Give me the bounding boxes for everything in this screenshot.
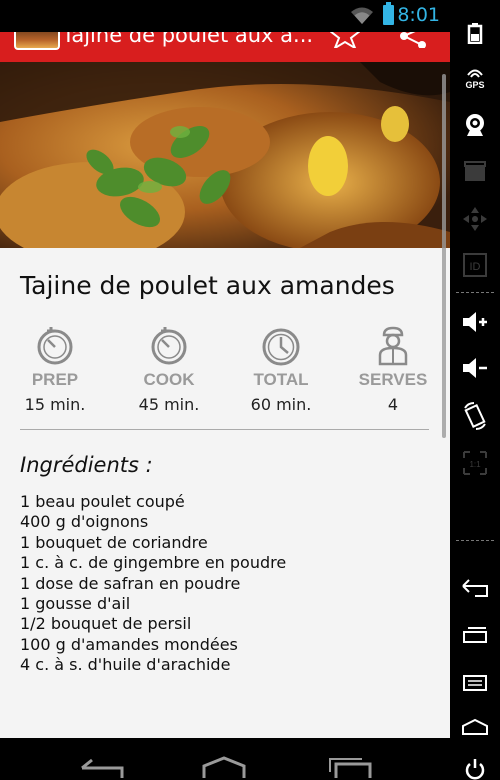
stat-label: COOK [143, 370, 195, 389]
share-icon[interactable] [398, 32, 428, 48]
stat-cook: COOK 45 min. [114, 326, 224, 414]
status-time: 8:01 [397, 4, 440, 26]
gps-icon[interactable]: GPS [450, 66, 500, 90]
ingredient-item: 1 c. à c. de gingembre en poudre [20, 553, 287, 573]
dpad-icon[interactable] [450, 206, 500, 232]
rail-back-icon[interactable] [450, 578, 500, 598]
scale-icon[interactable]: 1:1 [450, 450, 500, 476]
clock-icon [262, 328, 300, 366]
rail-recents-icon[interactable] [450, 626, 500, 644]
ingredient-item: 1 gousse d'ail [20, 594, 131, 614]
rail-separator [456, 292, 494, 293]
ingredients-heading: Ingrédients : [20, 453, 153, 477]
app-screen: 8:01 Tajine de poulet aux a... Tajine de… [0, 0, 450, 738]
stat-value: 15 min. [24, 395, 86, 414]
rail-power-icon[interactable] [450, 758, 500, 780]
recipe-content: Tajine de poulet aux amandes PREP 15 min… [20, 248, 430, 674]
action-bar-title: Tajine de poulet aux a... [62, 32, 314, 47]
gps-label: GPS [465, 80, 484, 90]
ingredient-item: 100 g d'amandes mondées [20, 634, 238, 654]
navigation-bar [0, 738, 450, 778]
ingredient-item: 1 beau poulet coupé [20, 492, 185, 511]
volume-down-icon[interactable] [450, 356, 500, 380]
stat-label: PREP [31, 370, 79, 389]
ratio-label: 1:1 [469, 460, 481, 469]
wifi-icon [351, 7, 373, 24]
emulator-control-rail: GPS ID 1:1 [450, 0, 500, 780]
recent-apps-icon[interactable] [326, 756, 374, 778]
power-icon[interactable] [450, 22, 500, 44]
ingredient-item: 1 bouquet de coriandre [20, 532, 208, 552]
chef-icon [378, 326, 408, 366]
rail-separator [456, 540, 494, 541]
stat-value: 45 min. [138, 395, 200, 414]
id-label: ID [470, 261, 481, 273]
rail-home-icon[interactable] [450, 718, 500, 736]
timer-icon [37, 327, 73, 365]
stat-label: SERVES [358, 370, 428, 389]
battery-icon [383, 2, 394, 25]
recipe-stats: PREP 15 min. COOK 45 min. TOTAL 60 min. … [20, 302, 430, 442]
stat-serves: SERVES 4 [338, 326, 448, 414]
video-icon[interactable] [450, 160, 500, 182]
stat-prep: PREP 15 min. [0, 326, 110, 414]
recipe-title: Tajine de poulet aux amandes [20, 271, 395, 300]
action-bar: Tajine de poulet aux a... [0, 32, 450, 62]
rail-menu-icon[interactable] [450, 674, 500, 692]
status-bar: 8:01 [0, 0, 450, 32]
stat-value: 4 [387, 395, 399, 414]
app-logo-icon[interactable] [14, 32, 60, 50]
ingredient-item: 4 c. à s. d'huile d'arachide [20, 655, 231, 675]
volume-up-icon[interactable] [450, 310, 500, 334]
back-icon[interactable] [78, 756, 126, 778]
star-icon[interactable] [330, 32, 360, 48]
divider [20, 429, 429, 430]
stat-total: TOTAL 60 min. [226, 326, 336, 414]
ingredient-item: 1 dose de safran en poudre [20, 573, 241, 593]
ingredient-item: 1/2 bouquet de persil [20, 614, 192, 634]
device-id-icon[interactable]: ID [450, 252, 500, 278]
ingredient-item: 400 g d'oignons [20, 512, 149, 532]
ingredients-list: 1 beau poulet coupé 400 g d'oignons 1 bo… [20, 492, 286, 676]
stat-label: TOTAL [253, 370, 309, 389]
rotate-icon[interactable] [450, 402, 500, 430]
camera-icon[interactable] [450, 112, 500, 138]
stat-value: 60 min. [250, 395, 312, 414]
home-icon[interactable] [200, 756, 248, 778]
timer-icon [151, 327, 187, 365]
recipe-photo [0, 62, 450, 248]
